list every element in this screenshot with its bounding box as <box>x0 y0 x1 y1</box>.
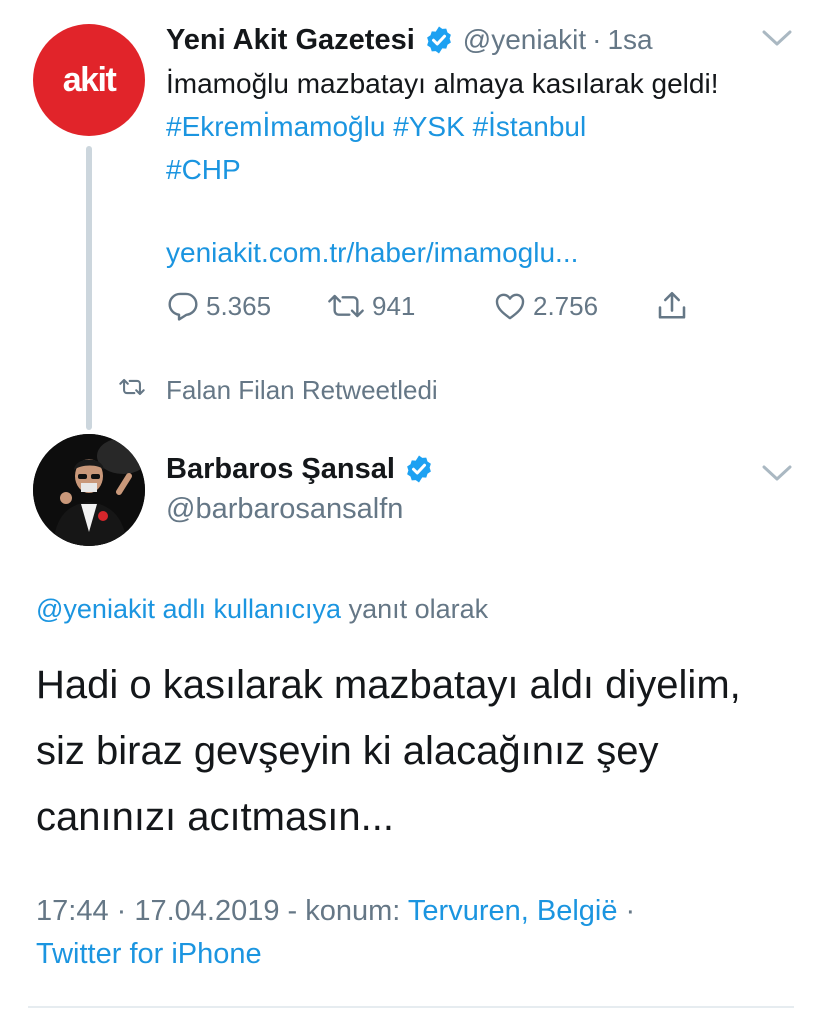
like-button[interactable]: 2.756 <box>493 285 598 327</box>
replying-to-notice: @yeniakit adlı kullanıcıya yanıt olarak <box>36 589 488 629</box>
chevron-down-icon[interactable] <box>760 27 794 49</box>
handle[interactable]: @barbarosansalfn <box>166 489 403 529</box>
tweet-header: Barbaros Şansal <box>166 448 434 490</box>
tweet-body: Hadi o kasılarak mazbatayı aldı diyelim,… <box>36 652 796 850</box>
handle[interactable]: @yeniakit <box>463 24 586 56</box>
tweet-body-line: canınızı acıtmasın... <box>36 795 394 839</box>
tweet-metadata: 17:44 · 17.04.2019 - konum: Tervuren, Be… <box>36 890 756 976</box>
display-name[interactable]: Yeni Akit Gazetesi <box>166 24 415 57</box>
reply-to-suffix: yanıt olarak <box>348 594 489 624</box>
location-link[interactable]: Tervuren, België <box>408 895 618 927</box>
retweet-button[interactable]: 941 <box>326 285 415 327</box>
tweet-header: Yeni Akit Gazetesi @yeniakit · 1sa <box>166 20 653 60</box>
share-icon <box>654 288 690 324</box>
yeniakit-avatar[interactable]: akit <box>33 24 145 136</box>
reply-icon <box>166 289 200 323</box>
chevron-down-icon[interactable] <box>760 462 794 484</box>
hashtag-link[interactable]: #İstanbul <box>473 111 587 142</box>
thread-connector-line <box>86 146 92 430</box>
hashtag-link[interactable]: #CHP <box>166 154 241 185</box>
tweet-body-line: Hadi o kasılarak mazbatayı aldı diyelim, <box>36 663 741 707</box>
avatar-logo-text: akit <box>62 60 117 99</box>
like-count: 2.756 <box>533 290 599 321</box>
barbaros-avatar[interactable] <box>33 434 145 546</box>
reply-count: 5.365 <box>206 290 272 321</box>
display-name[interactable]: Barbaros Şansal <box>166 453 395 486</box>
tweet-text: İmamoğlu mazbatayı almaya kasılarak geld… <box>166 62 786 191</box>
heart-icon <box>493 289 527 323</box>
hashtag-link[interactable]: #YSK <box>393 111 465 142</box>
time-separator: · <box>592 24 602 55</box>
retweet-icon <box>326 289 366 323</box>
tweet-actions-bar: 5.365 941 2.756 <box>166 285 706 327</box>
reply-button[interactable]: 5.365 <box>166 285 271 327</box>
tweet-text-plain: İmamoğlu mazbatayı almaya kasılarak geld… <box>166 68 719 99</box>
divider <box>28 1006 794 1008</box>
timestamp: 17:44 · 17.04.2019 - konum: <box>36 895 401 927</box>
tweet-body-line: siz biraz gevşeyin ki alacağınız şey <box>36 729 659 773</box>
share-button[interactable] <box>654 285 690 327</box>
meta-separator: · <box>625 895 636 927</box>
retweeted-by-label: Falan Filan Retweetledi <box>166 374 438 405</box>
source-link[interactable]: Twitter for iPhone <box>36 938 262 970</box>
reply-to-mention[interactable]: @yeniakit adlı kullanıcıya <box>36 594 341 624</box>
retweeted-by-notice[interactable]: Falan Filan Retweetledi <box>118 370 438 410</box>
retweet-count: 941 <box>372 290 416 321</box>
time-ago[interactable]: 1sa <box>607 24 652 56</box>
article-link[interactable]: yeniakit.com.tr/haber/imamoglu... <box>166 233 578 273</box>
hashtag-link[interactable]: #Ekremİmamoğlu <box>166 111 385 142</box>
verified-badge-icon <box>424 25 454 55</box>
verified-badge-icon <box>404 454 434 484</box>
retweet-icon <box>118 375 146 406</box>
